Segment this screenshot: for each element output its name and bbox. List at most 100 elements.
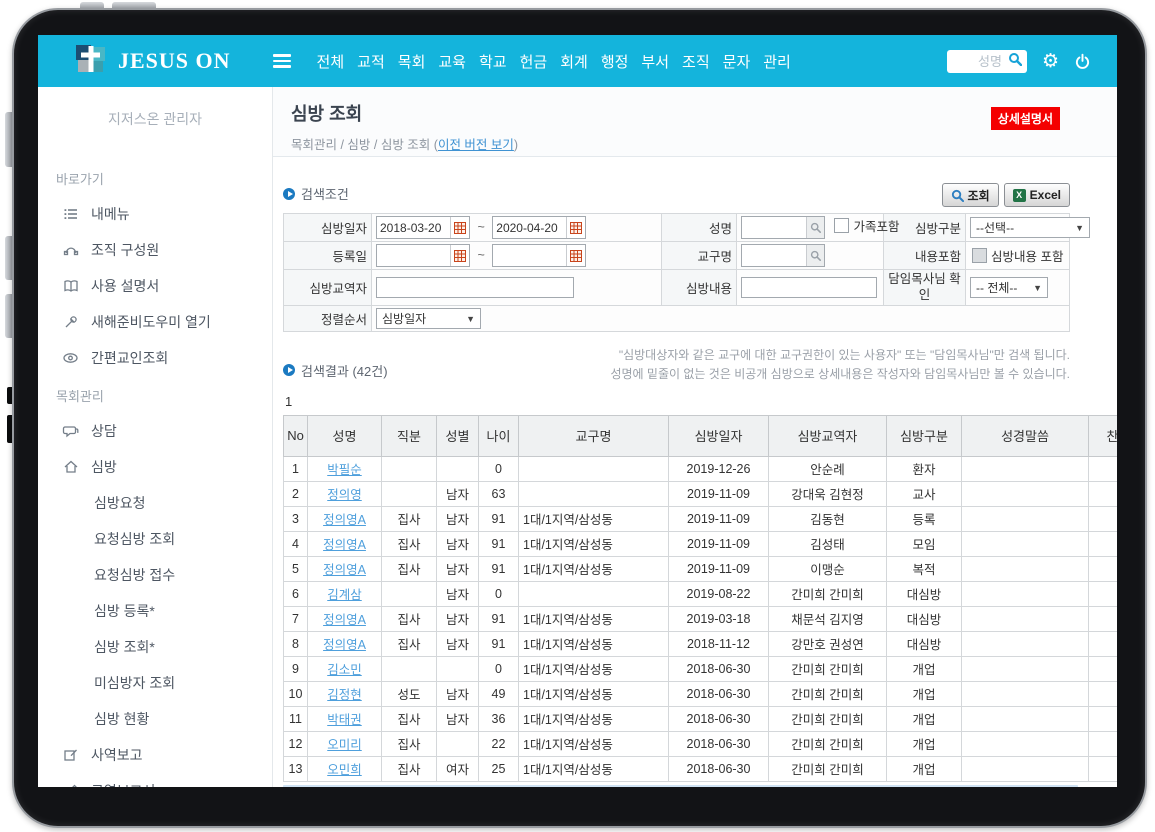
table-cell: 3: [284, 506, 308, 531]
reg-date-from-input[interactable]: [377, 249, 450, 263]
member-name-link[interactable]: 정의영A: [323, 563, 366, 577]
name-search-field[interactable]: [741, 216, 825, 239]
nav-item[interactable]: 교적: [357, 51, 385, 72]
calendar-icon[interactable]: [450, 245, 469, 266]
nav-item[interactable]: 학교: [479, 51, 507, 72]
table-cell: [1089, 756, 1118, 781]
app-logo[interactable]: JESUS ON: [74, 43, 231, 80]
header-search-input[interactable]: [954, 53, 1004, 70]
member-name-link[interactable]: 김소민: [327, 663, 362, 677]
visit-date-to-field[interactable]: [492, 216, 586, 239]
visitor-input[interactable]: [376, 277, 574, 298]
nav-item[interactable]: 관리: [763, 51, 791, 72]
search-button[interactable]: 조회: [942, 183, 999, 207]
magnifier-icon[interactable]: [806, 245, 824, 266]
member-name-link[interactable]: 정의영A: [323, 513, 366, 527]
visit-date-from-input[interactable]: [377, 221, 450, 235]
member-name-link[interactable]: 정의영A: [323, 613, 366, 627]
sidebar-item[interactable]: 간편교인조회: [38, 340, 272, 376]
content-include-checkbox[interactable]: [972, 248, 987, 263]
sidebar-item[interactable]: 사역보고: [38, 737, 272, 773]
pagination-page-1[interactable]: 1: [285, 394, 1117, 409]
district-report-icon: [62, 783, 79, 788]
member-name-link[interactable]: 오미리: [327, 738, 362, 752]
horizontal-scrollbar[interactable]: [283, 785, 1078, 787]
sidebar-item[interactable]: 심방: [38, 449, 272, 485]
member-name-link[interactable]: 정의영: [327, 488, 362, 502]
member-name-link[interactable]: 박태권: [327, 713, 362, 727]
member-name-link[interactable]: 박필순: [327, 463, 362, 477]
sidebar-subitem[interactable]: 심방 현황: [38, 701, 272, 737]
calendar-icon[interactable]: [566, 217, 585, 238]
nav-item[interactable]: 회계: [560, 51, 588, 72]
gear-icon[interactable]: ⚙: [1042, 52, 1059, 71]
excel-button[interactable]: X Excel: [1004, 183, 1070, 207]
power-icon[interactable]: [1074, 53, 1091, 70]
table-row: 11박태권집사남자361대/1지역/삼성동2018-06-30간미희 간미희개업: [284, 706, 1118, 731]
member-name-link[interactable]: 정의영A: [323, 538, 366, 552]
member-name-link[interactable]: 정의영A: [323, 638, 366, 652]
search-section-label: 검색조건: [301, 184, 349, 203]
reg-date-to-field[interactable]: [492, 244, 586, 267]
sidebar-item[interactable]: 사용 설명서: [38, 268, 272, 304]
calendar-icon[interactable]: [450, 217, 469, 238]
nav-item[interactable]: 행정: [601, 51, 629, 72]
sidebar-subitem[interactable]: 미심방자 조회: [38, 665, 272, 701]
hamburger-menu-icon[interactable]: [273, 54, 291, 68]
sidebar-item[interactable]: 상담: [38, 413, 272, 449]
sidebar-subitem[interactable]: 요청심방 접수: [38, 557, 272, 593]
header-search-box[interactable]: [947, 50, 1027, 73]
district-input[interactable]: [742, 249, 806, 263]
district-search-field[interactable]: [741, 244, 825, 267]
table-cell: 간미희 간미희: [769, 756, 887, 781]
sidebar-item[interactable]: 구역보고서: [38, 773, 272, 787]
sidebar-subitem[interactable]: 심방 조회*: [38, 629, 272, 665]
member-name-link[interactable]: 김계삼: [327, 588, 362, 602]
member-name-link[interactable]: 김정현: [327, 688, 362, 702]
sort-order-select[interactable]: 심방일자▼: [376, 308, 481, 329]
nav-item[interactable]: 부서: [641, 51, 669, 72]
sidebar-subitem[interactable]: 심방요청: [38, 485, 272, 521]
results-notice: "심방대상자와 같은 교구에 대한 교구권한이 있는 사용자" 또는 "담임목사…: [610, 346, 1070, 383]
magnifier-icon[interactable]: [806, 217, 824, 238]
sidebar-item-label: 간편교인조회: [91, 348, 168, 368]
table-cell: 안순례: [769, 456, 887, 481]
sidebar-item[interactable]: 조직 구성원: [38, 232, 272, 268]
table-row: 2정의영남자632019-11-09강대욱 김현정교사: [284, 481, 1118, 506]
table-cell: 강만호 권성연: [769, 631, 887, 656]
nav-item[interactable]: 목회: [398, 51, 426, 72]
table-cell: 1대/1지역/삼성동: [519, 706, 669, 731]
sidebar-subitem[interactable]: 심방 등록*: [38, 593, 272, 629]
visit-date-to-input[interactable]: [493, 221, 566, 235]
calendar-icon[interactable]: [566, 245, 585, 266]
sidebar-item[interactable]: 내메뉴: [38, 196, 272, 232]
name-input[interactable]: [742, 221, 806, 235]
sidebar-item-label: 사용 설명서: [91, 276, 159, 296]
sidebar-item[interactable]: 새해준비도우미 열기: [38, 304, 272, 340]
reg-date-to-input[interactable]: [493, 249, 566, 263]
nav-item[interactable]: 교육: [438, 51, 466, 72]
visit-content-input[interactable]: [741, 277, 877, 298]
sidebar-subitem[interactable]: 요청심방 조회: [38, 521, 272, 557]
previous-version-link[interactable]: 이전 버전 보기: [438, 138, 514, 152]
nav-item[interactable]: 문자: [723, 51, 751, 72]
visit-date-from-field[interactable]: [376, 216, 470, 239]
pastor-confirm-select[interactable]: -- 전체--▼: [970, 277, 1048, 298]
detail-manual-badge[interactable]: 상세설명서: [991, 107, 1060, 130]
table-cell: 교사: [887, 481, 962, 506]
name-cell: 정의영: [308, 481, 382, 506]
table-cell: [962, 731, 1089, 756]
search-icon[interactable]: [1008, 52, 1022, 71]
visit-type-select[interactable]: --선택--▼: [970, 217, 1090, 238]
nav-item[interactable]: 조직: [682, 51, 710, 72]
nav-item[interactable]: 헌금: [520, 51, 548, 72]
table-row: 8정의영A집사남자911대/1지역/삼성동2018-11-12강만호 권성연대심…: [284, 631, 1118, 656]
table-cell: 91: [479, 631, 519, 656]
nav-item[interactable]: 전체: [317, 51, 345, 72]
page-title: 심방 조회: [291, 100, 1097, 126]
column-header: 직분: [382, 415, 437, 456]
member-name-link[interactable]: 오민희: [327, 763, 362, 777]
family-include-checkbox[interactable]: [834, 218, 849, 233]
reg-date-from-field[interactable]: [376, 244, 470, 267]
name-cell: 오미리: [308, 731, 382, 756]
